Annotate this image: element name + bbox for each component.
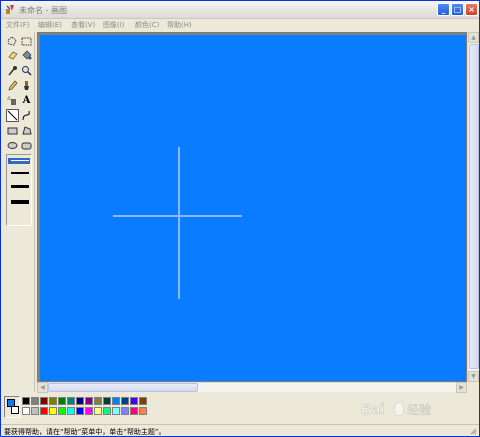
color-swatch[interactable] <box>49 397 57 405</box>
color-swatch[interactable] <box>94 397 102 405</box>
status-text: 要获得帮助，请在“帮助”菜单中，单击“帮助主题”。 <box>4 428 166 436</box>
palette-swatches <box>22 397 162 417</box>
menu-file[interactable]: 文件(F) <box>6 20 30 30</box>
color-swatch[interactable] <box>22 407 30 415</box>
color-swatch[interactable] <box>139 407 147 415</box>
horizontal-scrollbar[interactable]: ◀ ▶ <box>37 382 467 393</box>
baidu-watermark: Bai 经验 <box>361 397 461 421</box>
line-width-options <box>6 154 32 226</box>
horizontal-scroll-thumb[interactable] <box>48 383 198 392</box>
minimize-button[interactable]: _ <box>437 3 450 16</box>
color-swatch[interactable] <box>103 397 111 405</box>
fill-bucket-icon[interactable] <box>20 49 33 62</box>
close-button[interactable]: × <box>465 3 478 16</box>
toolbox: A <box>3 32 35 392</box>
scroll-left-icon[interactable]: ◀ <box>37 382 48 393</box>
foreground-color <box>7 399 15 407</box>
color-swatch[interactable] <box>121 397 129 405</box>
color-swatch[interactable] <box>58 397 66 405</box>
ellipse-icon[interactable] <box>6 139 19 152</box>
line-width-selected-highlight <box>8 158 30 164</box>
color-swatch[interactable] <box>67 407 75 415</box>
paint-window: 未命名 - 画图 _ □ × 文件(F) 编辑(E) 查看(V) 图像(I) 颜… <box>0 0 480 437</box>
color-swatch[interactable] <box>130 407 138 415</box>
polygon-icon[interactable] <box>20 124 33 137</box>
airbrush-icon[interactable] <box>6 94 19 107</box>
color-swatch[interactable] <box>40 407 48 415</box>
menu-view[interactable]: 查看(V) <box>71 20 95 30</box>
line-width-4[interactable] <box>11 200 29 204</box>
menu-edit[interactable]: 编辑(E) <box>38 20 62 30</box>
color-swatch[interactable] <box>112 407 120 415</box>
maximize-button[interactable]: □ <box>451 3 464 16</box>
menu-colors[interactable]: 颜色(C) <box>135 20 159 30</box>
color-swatch[interactable] <box>76 407 84 415</box>
line-width-3[interactable] <box>11 185 29 188</box>
color-swatch[interactable] <box>76 397 84 405</box>
color-swatch[interactable] <box>22 397 30 405</box>
color-swatch[interactable] <box>31 407 39 415</box>
magnifier-icon[interactable] <box>20 64 33 77</box>
scroll-up-icon[interactable]: ▲ <box>468 32 479 43</box>
color-swatch[interactable] <box>103 407 111 415</box>
color-swatch[interactable] <box>67 397 75 405</box>
resize-grip-icon[interactable] <box>469 427 477 435</box>
color-swatch[interactable] <box>94 407 102 415</box>
rectangle-icon[interactable] <box>6 124 19 137</box>
color-swatch[interactable] <box>85 407 93 415</box>
color-swatch[interactable] <box>121 407 129 415</box>
brush-icon[interactable] <box>20 79 33 92</box>
color-swatch[interactable] <box>139 397 147 405</box>
drawing-canvas[interactable] <box>40 35 466 381</box>
status-bar: 要获得帮助，请在“帮助”菜单中，单击“帮助主题”。 <box>1 424 479 436</box>
menu-image[interactable]: 图像(I) <box>103 20 125 30</box>
color-picker-icon[interactable] <box>6 64 19 77</box>
color-swatch[interactable] <box>130 397 138 405</box>
color-swatch[interactable] <box>85 397 93 405</box>
curve-icon[interactable] <box>20 109 33 122</box>
line-width-1[interactable] <box>11 160 29 161</box>
canvas-drawing <box>113 147 242 299</box>
vertical-scroll-thumb[interactable] <box>469 44 479 369</box>
menu-bar: 文件(F) 编辑(E) 查看(V) 图像(I) 颜色(C) 帮助(H) <box>1 19 479 31</box>
title-bar[interactable]: 未命名 - 画图 _ □ × <box>1 1 479 19</box>
color-swatch[interactable] <box>112 397 120 405</box>
eraser-icon[interactable] <box>6 49 19 62</box>
scroll-right-icon[interactable]: ▶ <box>456 382 467 393</box>
pencil-icon[interactable] <box>6 79 19 92</box>
window-title: 未命名 - 画图 <box>19 6 67 15</box>
menu-help[interactable]: 帮助(H) <box>167 20 192 30</box>
color-swatch[interactable] <box>49 407 57 415</box>
current-colors <box>4 396 20 418</box>
line-tool-icon[interactable] <box>6 109 19 122</box>
color-swatch[interactable] <box>31 397 39 405</box>
rounded-rectangle-icon[interactable] <box>20 139 33 152</box>
svg-text:Bai: Bai <box>361 401 384 418</box>
canvas-area <box>37 32 467 382</box>
paint-app-icon <box>6 5 14 14</box>
svg-text:经验: 经验 <box>407 402 431 417</box>
scroll-down-icon[interactable]: ▼ <box>468 371 479 382</box>
vertical-scrollbar[interactable]: ▲ ▼ <box>467 32 479 382</box>
text-icon[interactable]: A <box>20 94 33 107</box>
rect-select-icon[interactable] <box>20 35 33 48</box>
line-width-2[interactable] <box>11 172 29 174</box>
free-select-icon[interactable] <box>6 35 19 48</box>
background-color <box>11 406 19 414</box>
color-swatch[interactable] <box>40 397 48 405</box>
color-swatch[interactable] <box>58 407 66 415</box>
